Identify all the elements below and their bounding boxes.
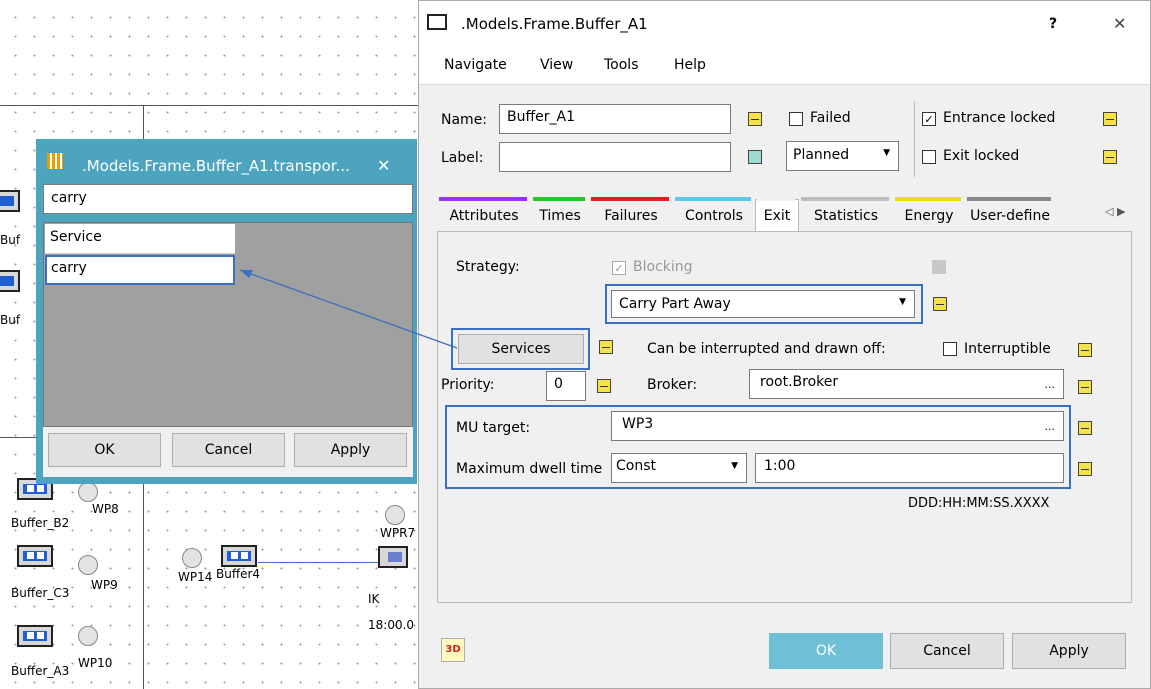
connector-arrow [239, 269, 458, 349]
